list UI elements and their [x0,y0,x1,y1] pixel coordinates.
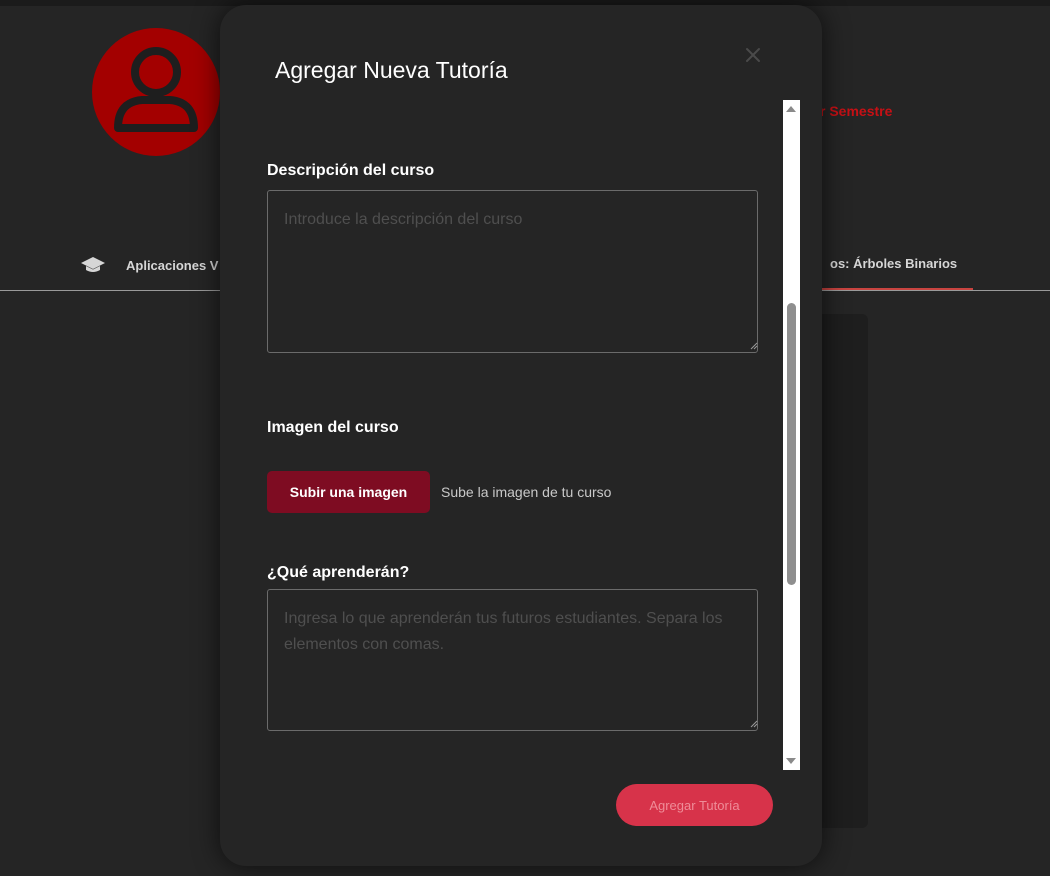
upload-hint: Sube la imagen de tu curso [441,484,612,500]
add-tutoring-modal: Agregar Nueva Tutoría Descripción del cu… [220,5,822,866]
resize-grip-icon[interactable] [750,720,758,728]
active-tab-indicator [800,288,973,290]
modal-scrollbar[interactable] [783,100,800,770]
modal-title: Agregar Nueva Tutoría [275,57,508,83]
upload-image-button[interactable]: Subir una imagen [267,471,430,513]
close-icon [746,48,760,62]
graduation-cap-icon [81,257,105,272]
page: r Semestre Aplicaciones V os: Árboles Bi… [0,0,1050,876]
scroll-down-arrow-icon[interactable] [786,758,796,764]
description-textarea[interactable] [267,190,758,353]
tab-course-right[interactable]: os: Árboles Binarios [830,256,957,271]
modal-scroll-area: Descripción del curso Imagen del curso S… [220,100,822,770]
image-label: Imagen del curso [267,419,399,436]
learn-textarea[interactable] [267,589,758,731]
tab-course-left-label: Aplicaciones V [126,257,219,273]
user-silhouette-icon [114,47,198,132]
add-tutoring-button[interactable]: Agregar Tutoría [616,784,773,826]
tab-course-left[interactable]: Aplicaciones V [80,256,218,274]
description-label: Descripción del curso [267,162,435,179]
learn-label: ¿Qué aprenderán? [267,564,410,581]
semester-link[interactable]: r Semestre [820,103,892,119]
scroll-thumb[interactable] [787,303,796,585]
resize-grip-icon[interactable] [750,342,758,350]
profile-avatar [92,28,220,156]
scroll-up-arrow-icon[interactable] [786,106,796,112]
close-button[interactable] [743,45,763,65]
